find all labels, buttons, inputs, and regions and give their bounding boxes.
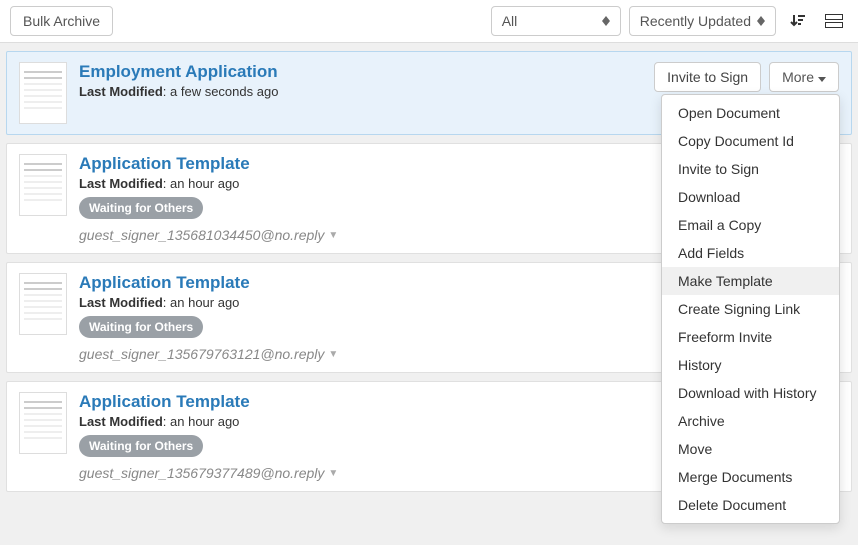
invite-to-sign-button[interactable]: Invite to Sign <box>654 62 761 92</box>
modified-label: Last Modified <box>79 295 163 310</box>
dropdown-item[interactable]: Create Signing Link <box>662 295 839 323</box>
signer-email: guest_signer_135681034450@no.reply <box>79 227 324 243</box>
status-badge: Waiting for Others <box>79 316 203 338</box>
modified-label: Last Modified <box>79 84 163 99</box>
modified-value: an hour ago <box>170 176 239 191</box>
signer-email: guest_signer_135679377489@no.reply <box>79 465 324 481</box>
dropdown-item[interactable]: Download with History <box>662 379 839 407</box>
view-toggle-button[interactable] <box>820 6 848 36</box>
more-button[interactable]: More <box>769 62 839 92</box>
dropdown-item[interactable]: Merge Documents <box>662 463 839 491</box>
dropdown-item[interactable]: Archive <box>662 407 839 435</box>
dropdown-item[interactable]: Open Document <box>662 99 839 127</box>
dropdown-item[interactable]: Move <box>662 435 839 463</box>
sort-direction-button[interactable] <box>784 6 812 36</box>
dropdown-item[interactable]: History <box>662 351 839 379</box>
document-thumbnail <box>19 154 67 216</box>
signer-dropdown[interactable]: guest_signer_135679763121@no.reply ▼ <box>79 346 338 362</box>
modified-label: Last Modified <box>79 414 163 429</box>
dropdown-item[interactable]: Email a Copy <box>662 211 839 239</box>
status-badge: Waiting for Others <box>79 197 203 219</box>
modified-label: Last Modified <box>79 176 163 191</box>
document-title[interactable]: Employment Application <box>79 62 642 82</box>
sort-select-label: Recently Updated <box>640 13 751 29</box>
modified-value: an hour ago <box>170 414 239 429</box>
caret-down-icon: ▼ <box>328 230 338 241</box>
document-thumbnail <box>19 62 67 124</box>
dropdown-item[interactable]: Copy Document Id <box>662 127 839 155</box>
filter-select-label: All <box>502 13 518 29</box>
filter-select[interactable]: All <box>491 6 621 36</box>
dropdown-item[interactable]: Delete Document <box>662 491 839 519</box>
dropdown-item[interactable]: Make Template <box>662 267 839 295</box>
toolbar: Bulk Archive All Recently Updated <box>0 0 858 43</box>
caret-down-icon <box>818 69 826 85</box>
modified-value: a few seconds ago <box>170 84 278 99</box>
modified-value: an hour ago <box>170 295 239 310</box>
more-label: More <box>782 69 814 85</box>
updown-icon <box>602 16 610 26</box>
document-thumbnail <box>19 273 67 335</box>
more-dropdown-menu: Open DocumentCopy Document IdInvite to S… <box>661 94 840 524</box>
document-thumbnail <box>19 392 67 454</box>
bulk-archive-button[interactable]: Bulk Archive <box>10 6 113 36</box>
document-meta: Last Modified: a few seconds ago <box>79 84 642 99</box>
dropdown-item[interactable]: Download <box>662 183 839 211</box>
dropdown-item[interactable]: Freeform Invite <box>662 323 839 351</box>
list-view-icon <box>825 14 843 28</box>
sort-select[interactable]: Recently Updated <box>629 6 776 36</box>
caret-down-icon: ▼ <box>328 349 338 360</box>
dropdown-item[interactable]: Add Fields <box>662 239 839 267</box>
signer-dropdown[interactable]: guest_signer_135681034450@no.reply ▼ <box>79 227 338 243</box>
updown-icon <box>757 16 765 26</box>
dropdown-item[interactable]: Invite to Sign <box>662 155 839 183</box>
row-actions: Invite to Sign More <box>654 62 839 92</box>
document-info: Employment Application Last Modified: a … <box>79 62 642 105</box>
status-badge: Waiting for Others <box>79 435 203 457</box>
signer-dropdown[interactable]: guest_signer_135679377489@no.reply ▼ <box>79 465 338 481</box>
signer-email: guest_signer_135679763121@no.reply <box>79 346 324 362</box>
caret-down-icon: ▼ <box>328 468 338 479</box>
sort-icon <box>790 13 806 29</box>
